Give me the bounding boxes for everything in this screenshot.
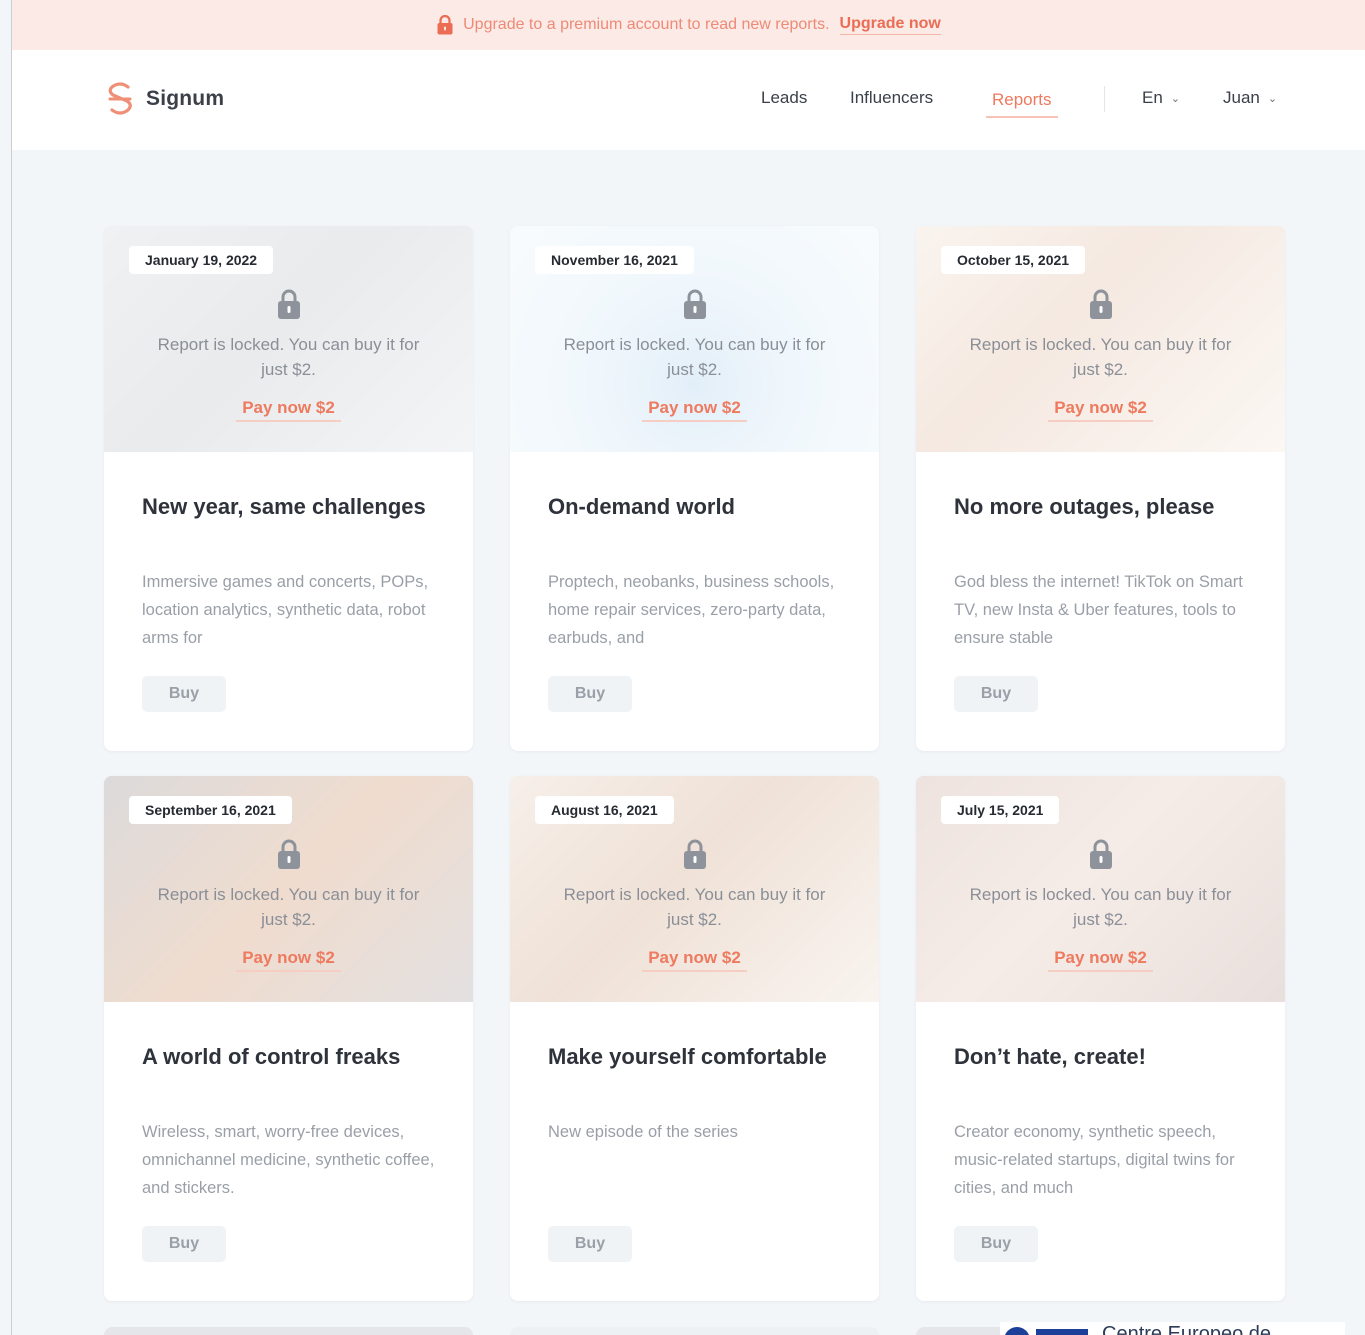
nav-divider <box>1104 86 1105 112</box>
language-value: En <box>1142 88 1163 107</box>
report-card[interactable]: July 15, 2021 Report is locked. You can … <box>916 776 1285 1301</box>
buy-button[interactable]: Buy <box>954 1226 1038 1262</box>
chevron-down-icon: ⌄ <box>1267 92 1278 105</box>
lock-icon <box>278 289 300 319</box>
report-cover: January 19, 2022 Report is locked. You c… <box>104 226 473 452</box>
language-dropdown[interactable]: En ⌄ <box>1142 88 1180 108</box>
pay-now-link[interactable]: Pay now $2 <box>642 398 747 422</box>
card-peek <box>104 1327 473 1335</box>
upgrade-banner: Upgrade to a premium account to read new… <box>12 0 1365 50</box>
buy-button[interactable]: Buy <box>548 1226 632 1262</box>
lock-icon <box>684 289 706 319</box>
window-edge <box>11 0 12 1335</box>
card-peek <box>510 1327 879 1335</box>
report-title[interactable]: No more outages, please <box>954 490 1247 523</box>
report-title[interactable]: A world of control freaks <box>142 1040 435 1073</box>
report-card[interactable]: January 19, 2022 Report is locked. You c… <box>104 226 473 751</box>
report-description: Creator economy, synthetic speech, music… <box>954 1123 1235 1197</box>
locked-message: Report is locked. You can buy it for jus… <box>563 885 826 929</box>
report-cover: August 16, 2021 Report is locked. You ca… <box>510 776 879 1002</box>
top-header: Signum Leads Influencers Reports En ⌄ Ju… <box>12 50 1365 150</box>
report-cover: July 15, 2021 Report is locked. You can … <box>916 776 1285 1002</box>
nav-leads[interactable]: Leads <box>761 88 807 108</box>
overlay-logo: Centre Europeo de <box>1000 1322 1345 1335</box>
pay-now-link[interactable]: Pay now $2 <box>236 948 341 972</box>
report-cover: October 15, 2021 Report is locked. You c… <box>916 226 1285 452</box>
lock-icon <box>278 839 300 869</box>
report-cover: September 16, 2021 Report is locked. You… <box>104 776 473 1002</box>
pay-now-link[interactable]: Pay now $2 <box>236 398 341 422</box>
lock-icon <box>437 15 453 35</box>
report-title[interactable]: New year, same challenges <box>142 490 435 523</box>
lock-icon <box>1090 289 1112 319</box>
overlay-footer-text: Centre Europeo de <box>1102 1323 1272 1335</box>
report-date: October 15, 2021 <box>941 246 1086 274</box>
locked-message: Report is locked. You can buy it for jus… <box>157 885 420 929</box>
buy-button[interactable]: Buy <box>954 676 1038 712</box>
upgrade-now-link[interactable]: Upgrade now <box>839 15 941 35</box>
flag-icon <box>1036 1329 1088 1335</box>
brand-logo[interactable]: Signum <box>104 80 224 118</box>
pay-now-link[interactable]: Pay now $2 <box>642 948 747 972</box>
nav-influencers[interactable]: Influencers <box>850 88 933 108</box>
report-description: Proptech, neobanks, business schools, ho… <box>548 573 835 647</box>
report-date: July 15, 2021 <box>941 796 1060 824</box>
report-date: September 16, 2021 <box>129 796 292 824</box>
locked-message: Report is locked. You can buy it for jus… <box>563 335 826 379</box>
report-card[interactable]: September 16, 2021 Report is locked. You… <box>104 776 473 1301</box>
report-date: August 16, 2021 <box>535 796 674 824</box>
report-description: New episode of the series <box>548 1123 738 1141</box>
locked-message: Report is locked. You can buy it for jus… <box>157 335 420 379</box>
report-card[interactable]: November 16, 2021 Report is locked. You … <box>510 226 879 751</box>
lock-icon <box>684 839 706 869</box>
signum-logo-icon <box>108 82 132 115</box>
report-date: January 19, 2022 <box>129 246 274 274</box>
chevron-down-icon: ⌄ <box>1170 92 1181 105</box>
emblem-icon <box>1004 1327 1030 1335</box>
pay-now-link[interactable]: Pay now $2 <box>1048 398 1153 422</box>
user-menu[interactable]: Juan ⌄ <box>1223 88 1277 108</box>
nav-reports[interactable]: Reports <box>986 90 1058 118</box>
report-date: November 16, 2021 <box>535 246 694 274</box>
locked-message: Report is locked. You can buy it for jus… <box>969 885 1232 929</box>
pay-now-link[interactable]: Pay now $2 <box>1048 948 1153 972</box>
report-card[interactable]: October 15, 2021 Report is locked. You c… <box>916 226 1285 751</box>
buy-button[interactable]: Buy <box>142 676 226 712</box>
user-name: Juan <box>1223 88 1260 107</box>
report-cover: November 16, 2021 Report is locked. You … <box>510 226 879 452</box>
buy-button[interactable]: Buy <box>142 1226 226 1262</box>
report-title[interactable]: Don’t hate, create! <box>954 1040 1247 1073</box>
lock-icon <box>1090 839 1112 869</box>
report-description: Immersive games and concerts, POPs, loca… <box>142 573 429 647</box>
report-description: Wireless, smart, worry-free devices, omn… <box>142 1123 435 1197</box>
brand-name: Signum <box>146 87 225 110</box>
report-title[interactable]: On-demand world <box>548 490 841 523</box>
report-description: God bless the internet! TikTok on Smart … <box>954 573 1243 647</box>
locked-message: Report is locked. You can buy it for jus… <box>969 335 1232 379</box>
buy-button[interactable]: Buy <box>548 676 632 712</box>
banner-text: Upgrade to a premium account to read new… <box>463 16 830 33</box>
report-card[interactable]: August 16, 2021 Report is locked. You ca… <box>510 776 879 1301</box>
report-title[interactable]: Make yourself comfortable <box>548 1040 841 1073</box>
